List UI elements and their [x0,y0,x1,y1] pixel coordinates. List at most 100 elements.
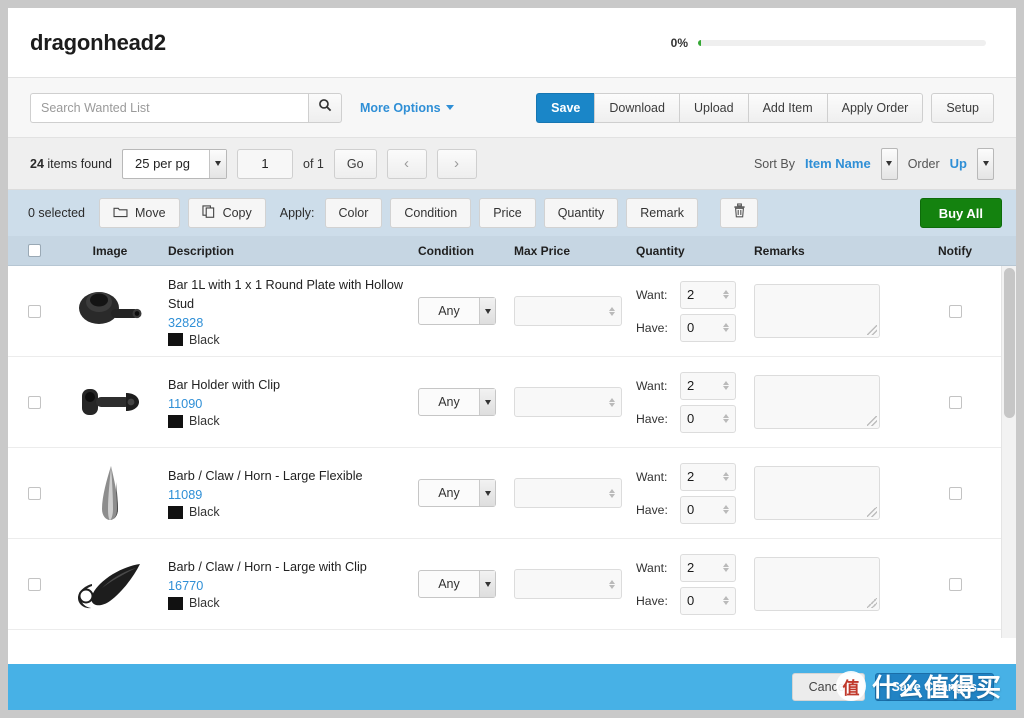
items-found-count: 24 [30,156,44,171]
max-price-input[interactable] [514,296,622,326]
item-part-id[interactable]: 16770 [168,579,408,593]
want-input[interactable]: 2 [680,280,736,309]
copy-button[interactable]: Copy [187,198,266,228]
apply-order-button[interactable]: Apply Order [826,92,924,123]
scrollbar-thumb[interactable] [1004,268,1015,418]
order-select-arrow[interactable] [977,147,994,180]
condition-select[interactable]: Any [418,388,496,416]
resize-handle[interactable] [867,507,877,517]
apply-price-button[interactable]: Price [479,198,536,228]
more-options-dropdown[interactable]: More Options [360,101,454,115]
condition-select-arrow[interactable] [479,571,495,597]
setup-button[interactable]: Setup [931,92,994,123]
condition-select-arrow[interactable] [479,480,495,506]
download-button[interactable]: Download [594,92,679,123]
item-part-id[interactable]: 11089 [168,488,408,502]
search-input[interactable] [30,92,308,123]
notify-checkbox[interactable] [948,486,962,500]
have-input[interactable]: 0 [680,404,736,433]
stepper-icon[interactable] [723,414,729,423]
next-page-button[interactable]: › [436,148,477,179]
stepper-icon[interactable] [609,579,615,589]
condition-select[interactable]: Any [418,570,496,598]
color-swatch-icon [168,505,183,519]
stepper-icon[interactable] [723,290,729,299]
order-value[interactable]: Up [950,156,967,171]
condition-select[interactable]: Any [418,479,496,507]
prev-page-button[interactable]: ‹ [386,148,427,179]
stepper-icon[interactable] [723,596,729,605]
want-input[interactable]: 2 [680,371,736,400]
delete-button[interactable] [720,198,759,228]
sort-by-select-arrow[interactable] [880,147,898,180]
apply-quantity-button[interactable]: Quantity [543,198,619,228]
checkbox-icon [27,486,41,500]
condition-select-arrow[interactable] [479,298,495,324]
table-row[interactable]: Bar Holder with Clip 11090 Black Any Wan… [8,357,1016,448]
cancel-button[interactable]: Cancel [791,673,865,701]
table-row[interactable]: Brick, Modified 1 x 1 with Studs on 2 Si… [8,630,1016,638]
search-button[interactable] [308,92,342,123]
want-label: Want: [636,287,668,302]
want-input[interactable]: 2 [680,553,736,582]
want-input[interactable]: 2 [680,462,736,491]
condition-select-arrow[interactable] [479,389,495,415]
stepper-icon[interactable] [723,381,729,390]
item-name: Barb / Claw / Horn - Large with Clip [168,560,367,574]
sort-by-value[interactable]: Item Name [805,156,871,171]
buy-all-button[interactable]: Buy All [919,198,1002,228]
save-changes-button[interactable]: Save Changes [874,673,994,701]
save-button[interactable]: Save [536,92,595,123]
upload-button[interactable]: Upload [678,92,748,123]
have-input[interactable]: 0 [680,313,736,342]
select-all-checkbox[interactable] [8,244,60,257]
go-button[interactable]: Go [333,148,377,179]
remarks-textarea[interactable] [754,284,880,338]
row-select-checkbox[interactable] [8,577,60,591]
max-price-input[interactable] [514,387,622,417]
per-page-arrow[interactable] [209,149,226,178]
row-select-checkbox[interactable] [8,304,60,318]
remarks-textarea[interactable] [754,557,880,611]
item-part-id[interactable]: 32828 [168,316,408,330]
add-item-button[interactable]: Add Item [747,92,827,123]
notify-checkbox[interactable] [948,577,962,591]
notify-checkbox[interactable] [948,304,962,318]
item-part-id[interactable]: 11090 [168,397,408,411]
toolbar-button-group: Save Download Upload Add Item Apply Orde… [536,92,924,123]
stepper-icon[interactable] [609,488,615,498]
resize-handle[interactable] [867,598,877,608]
max-price-input[interactable] [514,478,622,508]
row-select-checkbox[interactable] [8,395,60,409]
apply-condition-button[interactable]: Condition [390,198,472,228]
item-image-cell [60,365,160,439]
per-page-select[interactable]: 25 per pg [122,148,227,179]
notify-checkbox[interactable] [948,395,962,409]
move-button[interactable]: Move [98,198,180,228]
have-line: Have: 0 [636,495,754,524]
resize-handle[interactable] [867,325,877,335]
stepper-icon[interactable] [609,397,615,407]
stepper-icon[interactable] [723,323,729,332]
have-input[interactable]: 0 [680,495,736,524]
stepper-icon[interactable] [723,472,729,481]
stepper-icon[interactable] [723,505,729,514]
page-number-input[interactable] [237,148,293,179]
color-name: Black [189,505,220,519]
apply-remark-button[interactable]: Remark [626,198,699,228]
remarks-textarea[interactable] [754,375,880,429]
have-input[interactable]: 0 [680,586,736,615]
stepper-icon[interactable] [609,306,615,316]
row-select-checkbox[interactable] [8,486,60,500]
table-row[interactable]: Bar 1L with 1 x 1 Round Plate with Hollo… [8,266,1016,357]
table-scrollbar[interactable] [1001,266,1016,638]
condition-select[interactable]: Any [418,297,496,325]
chevron-down-icon [484,581,491,587]
max-price-input[interactable] [514,569,622,599]
stepper-icon[interactable] [723,563,729,572]
table-row[interactable]: Barb / Claw / Horn - Large Flexible 1108… [8,448,1016,539]
apply-color-button[interactable]: Color [324,198,383,228]
resize-handle[interactable] [867,416,877,426]
remarks-textarea[interactable] [754,466,880,520]
table-row[interactable]: Barb / Claw / Horn - Large with Clip 167… [8,539,1016,630]
